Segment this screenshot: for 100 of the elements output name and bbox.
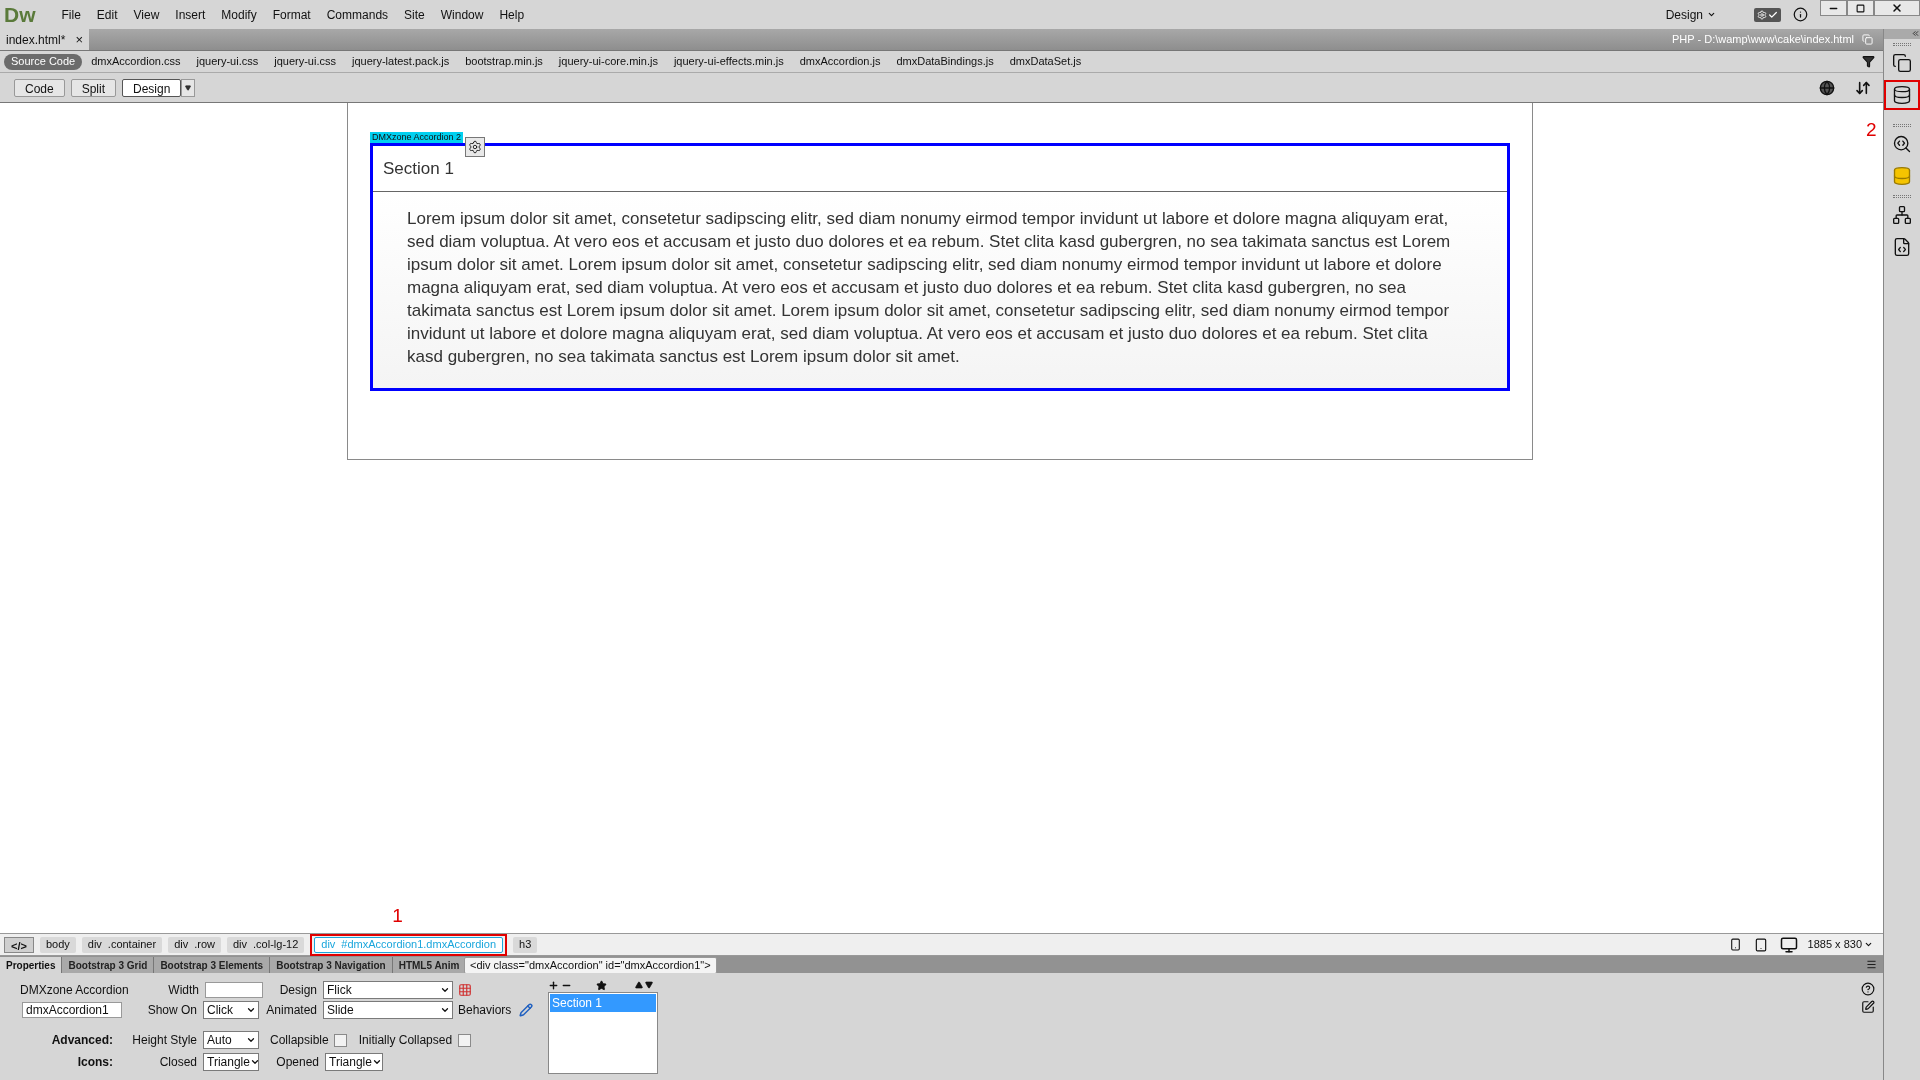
- related-file-tab[interactable]: Source Code: [4, 53, 83, 70]
- related-file-tab[interactable]: dmxAccordion.js: [792, 53, 888, 70]
- tag-selector-item[interactable]: body: [39, 936, 76, 953]
- initially-collapsed-label: Initially Collapsed: [358, 1032, 453, 1049]
- workspace-switcher[interactable]: Design: [1657, 5, 1724, 24]
- caret-icon: [185, 84, 192, 91]
- menu-item[interactable]: Insert: [167, 5, 214, 24]
- code-navigator-button[interactable]: </>: [4, 936, 34, 953]
- collapse-icon[interactable]: [1911, 29, 1920, 38]
- related-file-tab[interactable]: dmxDataSet.js: [1002, 53, 1089, 70]
- caret-icon: [371, 1057, 382, 1067]
- element-type-label: DMXzone Accordion: [20, 982, 129, 997]
- code-search-icon[interactable]: [1892, 134, 1912, 154]
- star-icon[interactable]: [596, 979, 607, 991]
- maximize-button[interactable]: [1847, 0, 1874, 16]
- opened-label: Opened: [276, 1054, 319, 1071]
- tag-selector-item[interactable]: h3: [513, 936, 538, 953]
- height-style-select[interactable]: Auto: [203, 1031, 259, 1049]
- design-label: Design: [279, 981, 317, 999]
- initially-collapsed-checkbox[interactable]: [458, 1033, 472, 1047]
- insert-icon[interactable]: [1892, 53, 1912, 73]
- related-file-tab[interactable]: dmxDataBindings.js: [889, 53, 1001, 70]
- menu-item[interactable]: Commands: [318, 5, 397, 24]
- icons-label: Icons:: [77, 1054, 113, 1071]
- pencil-icon[interactable]: [519, 1003, 534, 1017]
- opened-select[interactable]: Triangle: [325, 1053, 383, 1071]
- caret-icon: [246, 1035, 256, 1045]
- accordion-tag-label: DMXzone Accordion 2: [370, 132, 464, 143]
- animated-select[interactable]: Slide: [323, 1001, 453, 1019]
- view-button[interactable]: Split: [70, 78, 117, 97]
- menu-item[interactable]: Site: [396, 5, 433, 24]
- related-file-tab[interactable]: bootstrap.min.js: [458, 53, 550, 70]
- collapsible-checkbox[interactable]: [333, 1033, 347, 1047]
- menu-item[interactable]: Window: [432, 5, 492, 24]
- menu-item[interactable]: View: [125, 5, 168, 24]
- callout-number: 1: [392, 903, 403, 928]
- tag-selector-item[interactable]: div .col-lg-12: [227, 936, 305, 953]
- sitemap-icon[interactable]: [1892, 205, 1912, 225]
- menu-item[interactable]: Help: [491, 5, 533, 24]
- view-dropdown[interactable]: [181, 78, 196, 97]
- animated-label: Animated: [266, 1002, 317, 1019]
- filter-icon[interactable]: [1862, 55, 1875, 68]
- maximize-icon: [1856, 3, 1865, 13]
- design-select[interactable]: Flick: [323, 980, 453, 999]
- settings-handle-icon[interactable]: [465, 137, 485, 157]
- view-button[interactable]: Code: [14, 78, 65, 97]
- panel-tab[interactable]: Bootstrap 3 Elements: [154, 957, 271, 973]
- panel-tab[interactable]: Bootstrap 3 Navigation: [270, 957, 393, 973]
- panel-tab[interactable]: HTML5 Anim: [392, 957, 467, 973]
- related-file-tab[interactable]: jquery-ui-effects.min.js: [666, 53, 791, 70]
- edit-icon[interactable]: [1861, 1000, 1875, 1014]
- tag-selector-item[interactable]: div .container: [81, 936, 163, 953]
- show-on-select[interactable]: Click: [203, 1001, 259, 1019]
- add-icon[interactable]: [548, 979, 559, 991]
- related-file-tab[interactable]: jquery-ui.css: [189, 53, 266, 70]
- related-file-tab[interactable]: jquery-latest.pack.js: [345, 53, 457, 70]
- caret-icon: [246, 1005, 256, 1015]
- window-size-dropdown[interactable]: 1885 x 830: [1807, 936, 1873, 953]
- code-file-icon[interactable]: [1892, 237, 1912, 257]
- help-icon[interactable]: [1861, 982, 1875, 996]
- sync-settings-icon[interactable]: [1754, 7, 1781, 22]
- related-file-tab[interactable]: jquery-ui.css: [267, 53, 343, 70]
- color-grid-icon[interactable]: [458, 982, 472, 997]
- caret-icon: [440, 1005, 450, 1015]
- tab-close-icon[interactable]: ×: [75, 29, 83, 50]
- info-icon[interactable]: [1793, 7, 1808, 22]
- close-button[interactable]: [1874, 0, 1920, 16]
- closed-label: Closed: [159, 1054, 197, 1071]
- caret-icon: [1707, 10, 1716, 19]
- menu-item[interactable]: Edit: [88, 5, 126, 24]
- id-input[interactable]: dmxAccordion1: [22, 1002, 122, 1018]
- document-tab[interactable]: index.html* ×: [0, 29, 89, 50]
- panel-tab[interactable]: Properties: [0, 957, 63, 973]
- move-down-icon[interactable]: [645, 981, 653, 989]
- collapsible-label: Collapsible: [270, 1032, 329, 1049]
- desktop-icon[interactable]: [1779, 935, 1798, 954]
- database-icon[interactable]: [1892, 85, 1912, 105]
- behaviors-label: Behaviors: [458, 1002, 512, 1019]
- panel-menu-icon[interactable]: [1866, 959, 1877, 970]
- related-file-tab[interactable]: jquery-ui-core.min.js: [551, 53, 665, 70]
- menu-item[interactable]: File: [53, 5, 89, 24]
- closed-select[interactable]: Triangle: [203, 1053, 259, 1071]
- move-up-icon[interactable]: [635, 981, 643, 989]
- view-button[interactable]: Design: [122, 78, 182, 97]
- width-input[interactable]: [205, 981, 263, 998]
- related-file-tab[interactable]: dmxAccordion.css: [84, 53, 188, 70]
- file-path: PHP - D:\wamp\www\cake\index.html: [1672, 32, 1854, 48]
- panel-tab[interactable]: Bootstrap 3 Grid: [62, 957, 155, 973]
- tag-selector-item[interactable]: div .row: [168, 936, 221, 953]
- app-logo: Dw: [3, 1, 37, 28]
- menu-item[interactable]: Format: [264, 5, 319, 24]
- caret-icon: [1864, 940, 1873, 949]
- globe-icon[interactable]: [1819, 79, 1835, 96]
- accordion-body-text: Lorem ipsum dolor sit amet, consetetur sadipscing elitr, sed diam nonumy eirmod tempor invidunt ut labore et dolore magna aliquyam erat, sed diam voluptua. At vero eos et accusam et justo duo dolores et ea rebum. Stet clita kasd gubergren, no sea takimata sanctus est Lorem ipsum dolor sit amet. Lorem ipsum dolor sit amet, consetetur sadipscing elitr, sed diam nonumy eirmod tempor invidunt ut labore et dolore magna aliquyam erat, sed diam voluptua. At vero eos et accusam et justo duo dolores et ea rebum. Stet clita kasd gubergren, no sea takimata sanctus est Lorem ipsum dolor sit amet. Lorem ipsum dolor sit amet, consetetur sadipscing elitr, sed diam nonumy eirmod tempor invidunt ut labore et dolore magna aliquyam erat, sed diam voluptua. At vero eos et accusam et justo duo dolores et ea rebum. Stet clita kasd gubergren, no sea takimata sanctus est Lorem ipsum dolor sit amet.: [407, 208, 1452, 368]
- tablet-icon[interactable]: [1753, 937, 1768, 952]
- cylinders-icon[interactable]: [1892, 166, 1912, 186]
- menu-item[interactable]: Modify: [213, 5, 265, 24]
- sort-icon[interactable]: [1855, 79, 1871, 96]
- phone-icon[interactable]: [1728, 938, 1742, 951]
- advanced-label: Advanced:: [51, 1032, 113, 1049]
